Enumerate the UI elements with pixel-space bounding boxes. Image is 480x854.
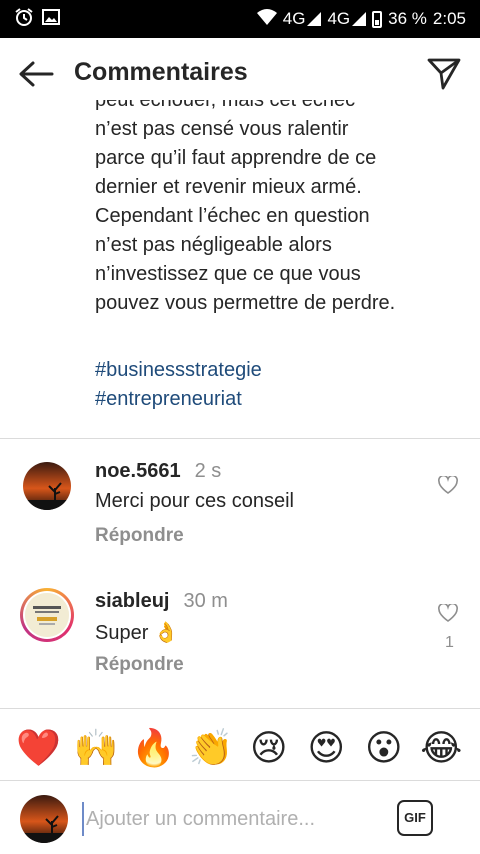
emoji-quick-bar: ❤️ 🙌 🔥 👏 😢 😍 😮 😂 bbox=[0, 718, 480, 778]
send-icon[interactable] bbox=[426, 56, 462, 92]
avatar[interactable] bbox=[23, 462, 71, 510]
reply-button[interactable]: Répondre bbox=[95, 654, 184, 676]
comment-username[interactable]: noe.5661 2 s bbox=[95, 460, 221, 483]
network-label: 4G bbox=[327, 9, 351, 28]
wifi-icon bbox=[256, 8, 277, 30]
gif-button[interactable]: GIF bbox=[397, 800, 433, 836]
caption-line: dernier et revenir mieux armé. bbox=[95, 176, 362, 198]
caption-line: Cependant l’échec en question bbox=[95, 205, 370, 227]
divider bbox=[0, 780, 480, 781]
comment-username[interactable]: siableuj 30 m bbox=[95, 590, 228, 613]
current-user-avatar bbox=[20, 795, 68, 843]
heart-emoji-button[interactable]: ❤️ bbox=[15, 724, 63, 772]
header-bar: Commentaires bbox=[0, 38, 480, 108]
divider bbox=[0, 708, 480, 709]
heart-eyes-emoji-button[interactable]: 😍 bbox=[302, 724, 350, 772]
network-label: 4G bbox=[282, 9, 306, 28]
reply-button[interactable]: Répondre bbox=[95, 525, 184, 547]
status-bar: 4G 4G 36 % 2:05 bbox=[0, 0, 480, 38]
image-icon bbox=[42, 8, 60, 31]
comment-text: Merci pour ces conseil bbox=[95, 490, 294, 512]
signal-icon bbox=[352, 12, 367, 26]
alarm-icon bbox=[14, 7, 34, 32]
like-count: 1 bbox=[445, 634, 454, 651]
page-title: Commentaires bbox=[74, 58, 248, 86]
surprised-emoji-button[interactable]: 😮 bbox=[360, 724, 408, 772]
comment-text: Super 👌 bbox=[95, 622, 179, 644]
username-text[interactable]: noe.5661 bbox=[95, 460, 181, 482]
avatar-story-ring[interactable] bbox=[20, 588, 74, 642]
heart-icon[interactable] bbox=[438, 474, 458, 494]
comment-time: 30 m bbox=[183, 590, 228, 612]
post-caption: peut échouer, mais cet échec n’est pas c… bbox=[95, 100, 455, 330]
clapping-emoji-button[interactable]: 👏 bbox=[187, 724, 235, 772]
heart-icon[interactable] bbox=[438, 602, 458, 622]
comment-input[interactable] bbox=[82, 802, 382, 836]
back-arrow-icon[interactable] bbox=[18, 60, 54, 88]
signal-4g-2: 4G bbox=[327, 9, 367, 29]
signal-4g-1: 4G bbox=[283, 9, 322, 29]
clock: 2:05 bbox=[432, 9, 466, 28]
battery-icon bbox=[372, 10, 383, 28]
fire-emoji-button[interactable]: 🔥 bbox=[130, 724, 178, 772]
battery-level: 36 % bbox=[388, 9, 427, 28]
hashtag-link[interactable]: #businessstrategie bbox=[95, 356, 262, 385]
hashtag-link[interactable]: #entrepreneuriat bbox=[95, 385, 262, 414]
signal-icon bbox=[307, 12, 322, 26]
crying-emoji-button[interactable]: 😢 bbox=[245, 724, 293, 772]
laughing-emoji-button[interactable]: 😂 bbox=[417, 724, 465, 772]
avatar bbox=[25, 593, 69, 637]
username-text[interactable]: siableuj bbox=[95, 590, 169, 612]
caption-line: n’investissez que ce que vous bbox=[95, 263, 361, 285]
hashtag-list: #businessstrategie #entrepreneuriat bbox=[95, 356, 262, 414]
caption-line: peut échouer, mais cet échec bbox=[95, 100, 356, 111]
raising-hands-emoji-button[interactable]: 🙌 bbox=[72, 724, 120, 772]
caption-line: parce qu’il faut apprendre de ce bbox=[95, 147, 377, 169]
caption-line: pouvez vous permettre de perdre. bbox=[95, 292, 396, 314]
caption-line: n’est pas négligeable alors bbox=[95, 234, 332, 256]
caption-line: n’est pas censé vous ralentir bbox=[95, 118, 349, 140]
divider bbox=[0, 438, 480, 439]
comment-time: 2 s bbox=[194, 460, 222, 482]
